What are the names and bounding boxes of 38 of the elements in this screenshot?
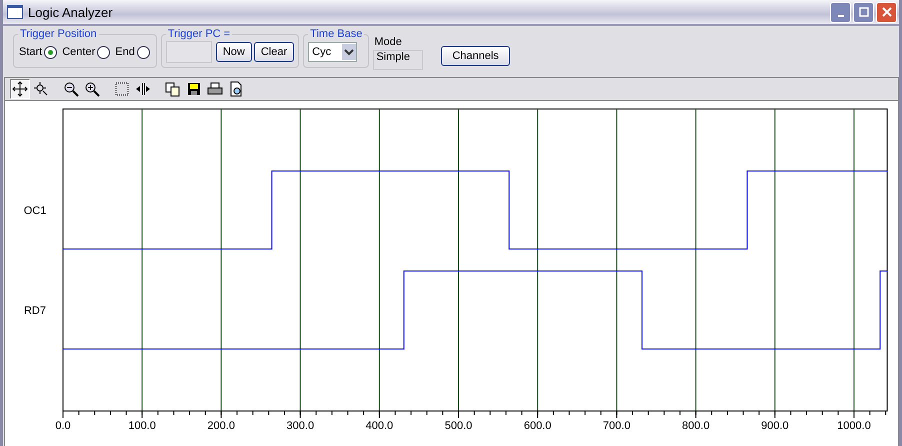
group-title: Trigger Position	[19, 28, 98, 40]
x-tick-label: 400.0	[366, 420, 394, 432]
input-field[interactable]	[166, 41, 212, 63]
channel-label: RD7	[24, 305, 46, 317]
x-tick-label: 900.0	[761, 420, 789, 432]
radio-button[interactable]	[136, 46, 150, 58]
maximize-button[interactable]	[853, 2, 874, 22]
action-button[interactable]: Now	[216, 42, 252, 62]
radio-button[interactable]	[44, 46, 58, 58]
pan-tool[interactable]	[10, 79, 30, 99]
x-tick-label: 500.0	[444, 420, 472, 432]
x-tick-label: 1000.0	[837, 420, 871, 432]
channel-label: OC1	[24, 205, 46, 217]
radio-label: End	[115, 46, 135, 58]
radio-button[interactable]	[97, 46, 110, 58]
action-button[interactable]: Clear	[254, 42, 294, 62]
group-title: Time Base	[309, 28, 364, 40]
minimize-icon	[838, 15, 844, 17]
x-tick-label: 600.0	[524, 420, 552, 432]
x-tick-label: 200.0	[207, 420, 235, 432]
close-button[interactable]	[876, 2, 897, 22]
minimize-button[interactable]	[830, 2, 851, 22]
window-title: Logic Analyzer	[28, 4, 113, 20]
x-tick-label: 0.0	[55, 420, 71, 432]
maximize-icon	[858, 7, 868, 17]
time-base-dropdown[interactable]: Cyc	[308, 42, 358, 62]
close-icon	[882, 7, 892, 17]
radio-label: Center	[62, 46, 96, 58]
mode-label: Mode	[373, 36, 403, 48]
channels-button[interactable]: Channels	[441, 46, 510, 66]
mode-field: Simple	[373, 50, 424, 70]
radio-label: Start	[19, 46, 42, 58]
x-tick-label: 100.0	[128, 420, 156, 432]
window-icon	[7, 5, 23, 19]
group-title: Trigger PC =	[166, 28, 232, 40]
x-tick-label: 700.0	[602, 420, 630, 432]
x-tick-label: 300.0	[286, 420, 314, 432]
x-tick-label: 800.0	[682, 420, 710, 432]
